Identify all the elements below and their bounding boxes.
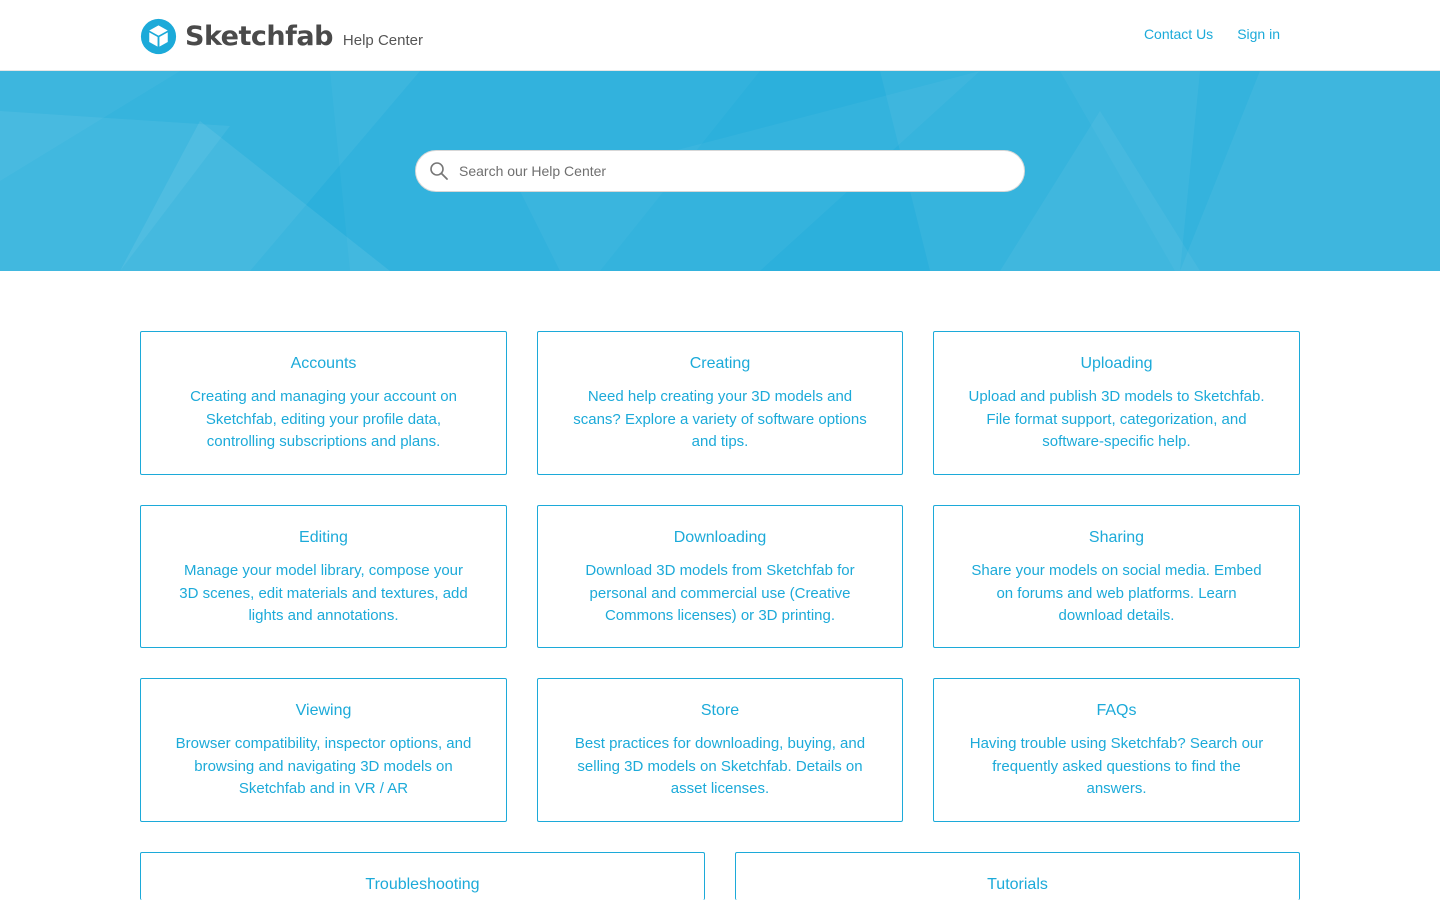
category-description: Having trouble using Sketchfab? Search o… [969, 735, 1264, 797]
category-description: Best practices for downloading, buying, … [574, 735, 866, 797]
category-card-editing[interactable]: Editing Manage your model library, compo… [140, 505, 507, 648]
category-description: Creating and managing your account on Sk… [190, 388, 457, 450]
category-title: Uploading [1080, 355, 1153, 372]
logo-wordmark: Sketchfab [185, 20, 333, 52]
category-title: Store [700, 702, 740, 719]
category-card-uploading[interactable]: Uploading Upload and publish 3D models t… [933, 331, 1300, 475]
category-card-viewing[interactable]: Viewing Browser compatibility, inspector… [140, 678, 507, 822]
category-description: Need help creating your 3D models and sc… [573, 388, 867, 450]
category-title: Sharing [1088, 529, 1145, 546]
category-title: Accounts [290, 355, 357, 372]
category-description: Download 3D models from Sketchfab for pe… [585, 562, 855, 624]
contact-us-link[interactable]: Contact Us [1144, 26, 1213, 42]
sketchfab-logo-icon [140, 18, 177, 54]
category-description: Browser compatibility, inspector options… [175, 735, 472, 797]
category-card-accounts[interactable]: Accounts Creating and managing your acco… [140, 331, 507, 475]
search-bar [415, 150, 1025, 192]
category-card-store[interactable]: Store Best practices for downloading, bu… [537, 678, 903, 822]
top-nav: Contact Us Sign in [1144, 26, 1280, 42]
home-logo-link[interactable]: Sketchfab Help Center [140, 16, 423, 56]
category-card-sharing[interactable]: Sharing Share your models on social medi… [933, 505, 1300, 648]
category-title: FAQs [1096, 702, 1137, 719]
search-input[interactable] [457, 162, 997, 180]
help-center-label: Help Center [342, 31, 423, 49]
sign-in-link[interactable]: Sign in [1237, 26, 1280, 42]
hero-banner [0, 71, 1440, 271]
category-card-faqs[interactable]: FAQs Having trouble using Sketchfab? Sea… [933, 678, 1300, 822]
category-title: Troubleshooting [365, 876, 480, 893]
category-card-troubleshooting[interactable]: Troubleshooting [140, 852, 705, 900]
category-description: Upload and publish 3D models to Sketchfa… [968, 388, 1265, 450]
category-title: Editing [299, 529, 348, 546]
category-title: Downloading [673, 529, 767, 546]
category-card-tutorials[interactable]: Tutorials [735, 852, 1300, 900]
site-header: Sketchfab Help Center Contact Us Sign in [0, 0, 1440, 71]
category-card-creating[interactable]: Creating Need help creating your 3D mode… [537, 331, 903, 475]
category-title: Tutorials [987, 876, 1048, 893]
category-description: Manage your model library, compose your … [179, 562, 468, 624]
category-title: Viewing [295, 702, 352, 719]
category-description: Share your models on social media. Embed… [971, 562, 1262, 624]
search-icon [430, 162, 448, 180]
category-title: Creating [689, 355, 751, 372]
category-card-downloading[interactable]: Downloading Download 3D models from Sket… [537, 505, 903, 648]
